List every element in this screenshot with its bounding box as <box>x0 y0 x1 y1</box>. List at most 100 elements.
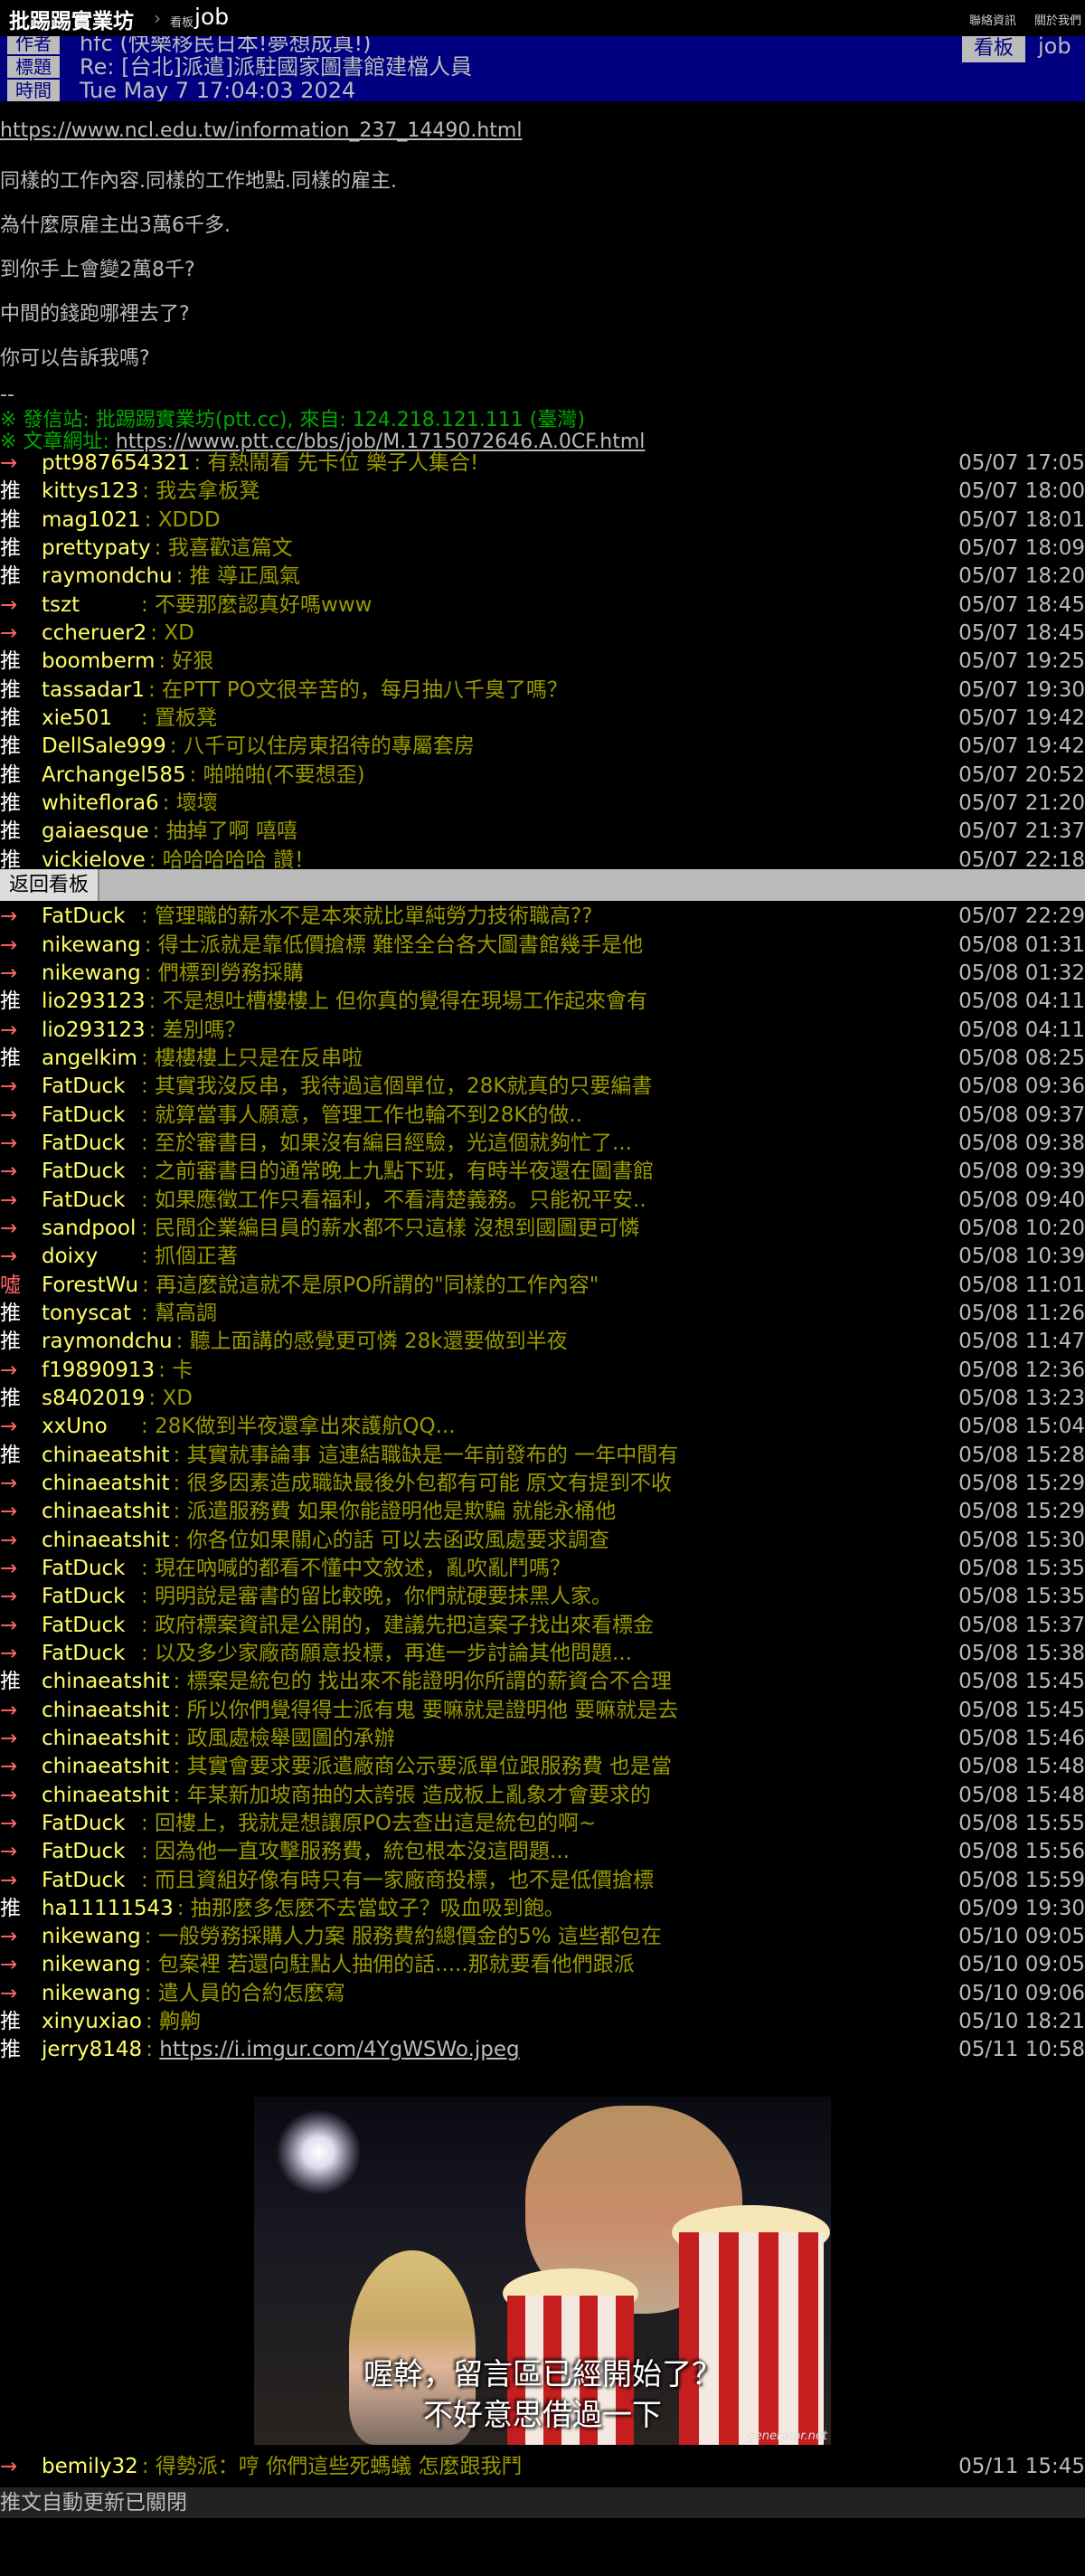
push-tag: 推 <box>0 479 21 504</box>
push-tag: 推 <box>0 762 21 787</box>
push-time: 05/08 15:45 <box>958 1698 1085 1722</box>
push-row: → chinaeatshit: 派遣服務費 如果你能證明他是欺騙 就能永桶他 05/… <box>0 1498 1085 1526</box>
push-content: : 聽上面講的感覺更可憐 28k還要做到半夜 <box>175 1330 568 1354</box>
push-userid: prettypaty <box>42 535 151 560</box>
back-to-board-button[interactable]: 返回看板 <box>0 869 100 901</box>
push-time: 05/07 20:52 <box>958 762 1085 787</box>
push-time: 05/08 15:48 <box>958 1755 1085 1779</box>
about-link[interactable]: 關於我們 <box>1034 11 1081 28</box>
push-tag: → <box>0 1500 18 1524</box>
push-row: → FatDuck: 以及多少家廠商願意投標，再進一步討論其他問題... 05/08… <box>0 1640 1085 1668</box>
push-row: → chinaeatshit: 年某新加坡商抽的太誇張 造成板上亂象才會要求的 05… <box>0 1782 1085 1810</box>
push-userid: FatDuck <box>42 1641 126 1665</box>
push-userid: FatDuck <box>42 1811 126 1835</box>
push-time: 05/08 09:39 <box>958 1160 1085 1184</box>
push-content: : 其實會要求要派遣廠商公示要派單位跟服務費 也是當 <box>173 1755 672 1779</box>
contact-link[interactable]: 聯絡資訊 <box>969 11 1016 28</box>
push-row: 推 xinyuxiao: 齁齁 05/10 18:21 <box>0 2008 1085 2036</box>
push-row: → chinaeatshit: 你各位如果關心的話 可以去函政風處要求調查 05/0… <box>0 1527 1085 1555</box>
push-userid: FatDuck <box>42 1556 126 1580</box>
push-time: 05/08 11:01 <box>958 1273 1085 1297</box>
push-time: 05/08 15:55 <box>958 1811 1085 1835</box>
push-time: 05/08 09:40 <box>958 1188 1085 1212</box>
push-tag: → <box>0 1358 18 1382</box>
push-row: 噓 ForestWu: 再這麼說這就不是原PO所謂的"同樣的工作內容" 05/08 … <box>0 1272 1085 1300</box>
push-tag: → <box>0 1585 18 1609</box>
push-userid: raymondchu <box>42 1330 173 1354</box>
push-userid: FatDuck <box>42 904 126 929</box>
push-time: 05/08 08:25 <box>958 1046 1085 1070</box>
push-tag: 推 <box>0 706 21 730</box>
push-time: 05/07 19:30 <box>958 677 1085 702</box>
push-userid: kittys123 <box>42 479 139 504</box>
push-content: : 回樓上，我就是想讓原PO去查出這是統包的啊~ <box>141 1811 597 1835</box>
board-link[interactable]: job <box>194 4 229 30</box>
board-name-value[interactable]: job <box>1038 36 1071 59</box>
push-userid: mag1021 <box>42 507 141 532</box>
push-time: 05/08 15:59 <box>958 1868 1085 1892</box>
push-time: 05/08 15:29 <box>958 1471 1085 1495</box>
push-content: : 很多因素造成職缺最後外包都有可能 原文有提到不收 <box>173 1471 672 1495</box>
push-userid: gaiaesque <box>42 819 149 844</box>
push-userid: nikewang <box>42 1953 141 1977</box>
push-tag: 推 <box>0 535 21 560</box>
push-content: : 明明說是審書的留比較晚，你們就硬要抹黑人家。 <box>141 1585 613 1609</box>
push-tag: → <box>0 1953 18 1977</box>
push-time: 05/08 11:47 <box>958 1330 1085 1354</box>
push-tag: → <box>0 1415 18 1439</box>
push-userid: boomberm <box>42 649 156 674</box>
source-link[interactable]: https://www.ncl.edu.tw/information_237_1… <box>0 119 522 142</box>
push-content: : 以及多少家廠商願意投標，再進一步討論其他問題... <box>141 1641 632 1665</box>
push-tag: 推 <box>0 1896 21 1920</box>
site-brand-link[interactable]: 批踢踢實業坊 <box>9 4 134 34</box>
board-tag: 看板 <box>962 36 1025 62</box>
push-time: 05/08 13:23 <box>958 1386 1085 1410</box>
push-userid: chinaeatshit <box>42 1783 170 1807</box>
push-time: 05/07 22:29 <box>958 904 1085 929</box>
push-row: 推 lio293123: 不是想吐槽樓樓上 但你真的覺得在現場工作起來會有 05/0… <box>0 988 1085 1016</box>
push-time: 05/08 15:46 <box>958 1726 1085 1750</box>
push-time: 05/08 01:32 <box>958 961 1085 985</box>
push-time: 05/10 09:05 <box>958 1925 1085 1949</box>
body-line: 到你手上會變2萬8千? <box>0 259 195 281</box>
push-row: → FatDuck: 如果應徵工作只看福利，不看清楚義務。只能祝平安.. 05/08… <box>0 1187 1085 1215</box>
push-row: → nikewang: 一般勞務採購人力案 服務費約總價金的5% 這些都包在 05/… <box>0 1923 1085 1951</box>
push-time: 05/08 10:20 <box>958 1216 1085 1240</box>
push-userid: chinaeatshit <box>42 1726 170 1750</box>
push-userid: s8402019 <box>42 1386 146 1410</box>
push-tag: 推 <box>0 1046 21 1070</box>
push-userid: chinaeatshit <box>42 1528 170 1552</box>
push-userid: xinyuxiao <box>42 2010 142 2034</box>
push-userid: chinaeatshit <box>42 1755 170 1779</box>
push-content: : 你各位如果關心的話 可以去函政風處要求調查 <box>173 1528 609 1552</box>
push-content[interactable]: : https://i.imgur.com/4YgWSWo.jpeg <box>146 2036 519 2064</box>
push-row: → sandpool: 民間企業編目員的薪水都不只這樣 沒想到國圖更可憐 05/08… <box>0 1215 1085 1243</box>
image-link[interactable]: https://i.imgur.com/4YgWSWo.jpeg <box>159 2038 519 2061</box>
push-userid: angelkim <box>42 1046 137 1070</box>
push-tag: → <box>0 1075 18 1099</box>
time-value: Tue May 7 17:04:03 2024 <box>80 78 356 101</box>
push-content: : 有熱鬧看 先卡位 樂子人集合! <box>193 451 479 475</box>
push-content: : 推 導正風氣 <box>175 564 300 589</box>
push-row: → FatDuck: 管理職的薪水不是本來就比單純勞力技術職高?? 05/07 22… <box>0 903 1085 931</box>
push-row: 推 gaiaesque: 抽掉了啊 嘻嘻 05/07 21:37 <box>0 818 1085 846</box>
push-time: 05/07 18:45 <box>958 620 1085 645</box>
push-userid: FatDuck <box>42 1840 126 1864</box>
push-row: → FatDuck: 因為他一直攻擊服務費，統包根本沒這問題... 05/08 15… <box>0 1838 1085 1866</box>
push-userid: FatDuck <box>42 1585 126 1609</box>
push-row: → chinaeatshit: 政風處檢舉國圖的承辦 05/08 15:46 <box>0 1725 1085 1753</box>
push-row: 推 xie501: 置板凳 05/07 19:42 <box>0 705 1085 733</box>
title-tag: 標題 <box>7 56 60 78</box>
push-row: → FatDuck: 之前審書目的通常晚上九點下班，有時半夜還在圖書館 05/08 … <box>0 1158 1085 1186</box>
push-time: 05/08 09:38 <box>958 1131 1085 1155</box>
push-tag: 推 <box>0 1386 21 1410</box>
push-row: → chinaeatshit: 所以你們覺得得士派有鬼 要嘛就是證明他 要嘛就是去… <box>0 1697 1085 1725</box>
push-tag: → <box>0 1641 18 1665</box>
push-row: → FatDuck: 政府標案資訊是公開的，建議先把這案子找出來看標金 05/08 … <box>0 1612 1085 1640</box>
push-row: 推 boomberm: 好狠 05/07 19:25 <box>0 648 1085 676</box>
push-time: 05/08 15:56 <box>958 1840 1085 1864</box>
push-tag: → <box>0 1188 18 1212</box>
push-content: : 幫高調 <box>141 1301 218 1325</box>
push-row: → lio293123: 差別嗎？ 05/08 04:11 <box>0 1017 1085 1045</box>
push-tag: 推 <box>0 819 21 844</box>
